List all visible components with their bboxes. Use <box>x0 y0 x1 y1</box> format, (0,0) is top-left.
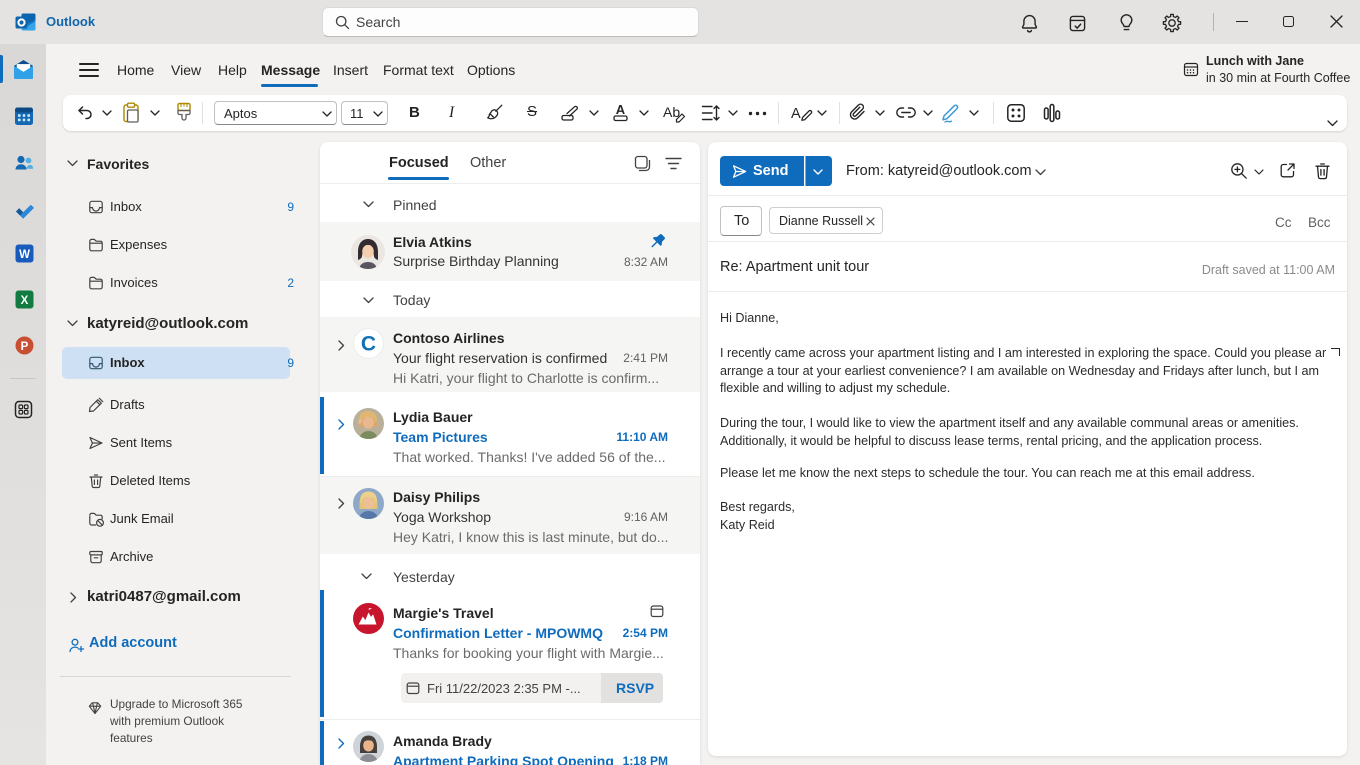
svg-text:A: A <box>791 106 801 122</box>
svg-text:W: W <box>19 249 30 261</box>
svg-text:C: C <box>361 333 376 356</box>
svg-text:P: P <box>21 341 29 353</box>
svg-text:X: X <box>21 295 29 307</box>
svg-text:A: A <box>616 102 626 117</box>
